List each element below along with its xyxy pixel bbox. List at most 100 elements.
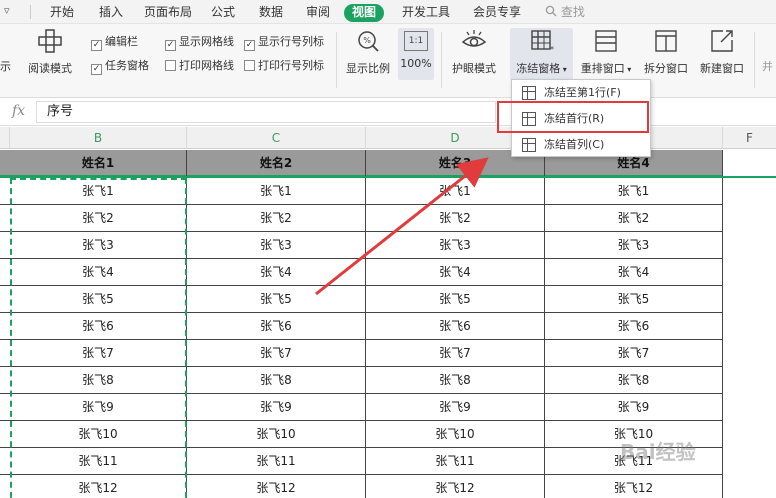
table-cell[interactable]: 张飞3 [187,232,366,259]
table-cell[interactable]: 张飞12 [545,475,723,498]
show-grid-label: 显示网格线 [179,35,234,48]
new-window-button[interactable]: 新建窗口 [696,28,748,80]
table-cell[interactable]: 张飞2 [545,205,723,232]
table-cell[interactable]: 张飞12 [366,475,545,498]
fx-icon[interactable]: fx [12,103,25,119]
zoom-button[interactable]: % 显示比例 [343,28,393,80]
table-cell[interactable]: 张飞7 [545,340,723,367]
table-cell[interactable]: 张飞8 [187,367,366,394]
search-icon [545,5,557,17]
quick-access-chevron-icon[interactable]: ▿ [4,4,10,17]
table-cell[interactable]: 张飞1 [366,178,545,205]
table-cell[interactable]: 张飞10 [187,421,366,448]
header-cell[interactable]: 姓名1 [10,150,187,177]
checkbox-checked-icon: ✓ [165,40,176,51]
zoom-100-button[interactable]: 1:1 100% [398,28,434,80]
edit-bar-checkbox[interactable]: ✓ 编辑栏 [91,34,138,51]
table-cell[interactable]: 张飞6 [187,313,366,340]
table-cell[interactable]: 张飞3 [366,232,545,259]
freeze-panes-icon: * [530,30,554,54]
edit-bar-label: 编辑栏 [105,35,138,48]
table-cell[interactable]: 张飞3 [545,232,723,259]
zoom-value: 100% [400,57,432,70]
tab-member[interactable]: 会员专享 [473,4,521,22]
tab-formula[interactable]: 公式 [211,4,235,22]
table-cell[interactable]: 张飞8 [366,367,545,394]
reading-mode-icon [38,29,62,53]
column-headers: B C D F [0,127,776,149]
chevron-down-icon: ▾ [560,65,567,74]
table-cell[interactable]: 张飞1 [187,178,366,205]
checkbox-checked-icon: ✓ [244,40,255,51]
freeze-panes-button[interactable]: * 冻结窗格 ▾ [510,28,573,80]
show-partial-label: 示 [0,60,11,73]
table-cell[interactable]: 张飞2 [366,205,545,232]
show-grid-checkbox[interactable]: ✓ 显示网格线 [165,34,234,51]
table-cell[interactable]: 张飞9 [545,394,723,421]
menu-item-freeze-first-column[interactable]: 冻结首列(C) [516,134,646,156]
table-cell[interactable]: 张飞7 [187,340,366,367]
tab-page-layout[interactable]: 页面布局 [144,4,192,22]
checkbox-checked-icon: ✓ [91,40,102,51]
table-cell[interactable]: 张飞11 [366,448,545,475]
tab-developer[interactable]: 开发工具 [402,4,450,22]
table-cell[interactable]: 张飞5 [366,286,545,313]
table-cell[interactable]: 张飞5 [187,286,366,313]
menu-item-label: 冻结至第1行(F) [544,86,621,99]
table-cell[interactable]: 张飞10 [366,421,545,448]
chevron-down-icon: ▾ [624,65,632,74]
table-cell[interactable]: 张飞12 [187,475,366,498]
new-window-icon [711,30,733,52]
show-headers-checkbox[interactable]: ✓ 显示行号列标 [244,34,324,51]
reading-mode-button[interactable]: 阅读模式 [20,28,80,80]
table-cell[interactable]: 张飞4 [545,259,723,286]
zoom-percent-icon: % [358,31,379,52]
rearrange-window-button[interactable]: 重排窗口 ▾ [578,28,634,80]
tab-review[interactable]: 审阅 [306,4,330,22]
tab-insert[interactable]: 插入 [99,4,123,22]
task-pane-label: 任务窗格 [105,59,149,72]
column-header-f[interactable]: F [723,127,776,149]
ribbon-separator [336,32,337,88]
print-grid-checkbox[interactable]: 打印网格线 [165,58,234,74]
menu-bar: ▿ 开始 插入 页面布局 公式 数据 审阅 视图 开发工具 会员专享 查找 [0,0,776,24]
column-header-a[interactable] [0,127,10,149]
print-grid-label: 打印网格线 [179,59,234,72]
svg-text:%: % [363,36,371,45]
checkbox-empty-icon [165,60,176,71]
eye-mode-button[interactable]: 护眼模式 [449,28,499,80]
table-cell[interactable]: 张飞5 [545,286,723,313]
formula-input[interactable]: 序号 [36,101,496,123]
table-cell[interactable]: 张飞4 [187,259,366,286]
table-cell[interactable]: 张飞8 [545,367,723,394]
column-header-c[interactable]: C [187,127,366,149]
rearrange-window-icon [595,30,617,52]
task-pane-checkbox[interactable]: ✓ 任务窗格 [91,58,149,75]
eye-icon [461,30,487,47]
tab-data[interactable]: 数据 [259,4,283,22]
print-headers-checkbox[interactable]: 打印行号列标 [244,58,324,74]
split-window-button[interactable]: 拆分窗口 [640,28,692,80]
table-cell[interactable]: 张飞9 [366,394,545,421]
menu-separator [30,5,31,19]
table-cell[interactable]: 张飞1 [545,178,723,205]
print-headers-label: 打印行号列标 [258,59,324,72]
search-label: 查找 [560,5,585,19]
split-window-icon [655,30,677,52]
table-cell[interactable]: 张飞6 [545,313,723,340]
tab-home[interactable]: 开始 [50,4,74,22]
table-cell[interactable]: 张飞7 [366,340,545,367]
search-box[interactable]: 查找 [545,3,585,21]
more-partial-label: 并 [762,60,773,73]
header-cell[interactable]: 姓名2 [187,150,366,177]
table-cell[interactable]: 张飞2 [187,205,366,232]
column-header-b[interactable]: B [10,127,187,149]
zoom-label: 显示比例 [346,62,390,75]
table-cell[interactable]: 张飞6 [366,313,545,340]
ribbon-separator [754,32,755,88]
reading-mode-label: 阅读模式 [28,62,72,75]
tab-view[interactable]: 视图 [344,4,385,22]
table-cell[interactable]: 张飞4 [366,259,545,286]
table-cell[interactable]: 张飞9 [187,394,366,421]
table-cell[interactable]: 张飞11 [187,448,366,475]
